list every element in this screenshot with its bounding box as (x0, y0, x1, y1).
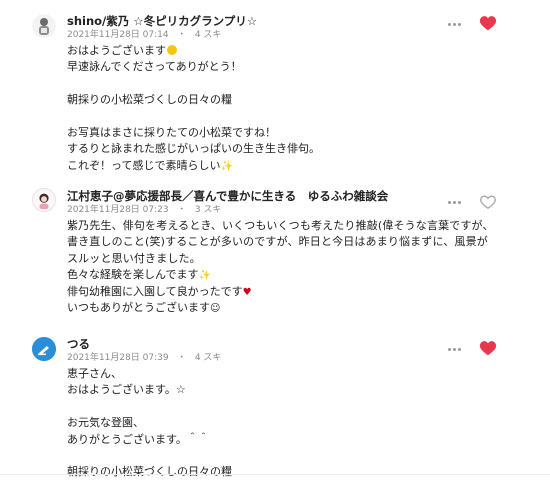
comment-line: おはようございます。☆ (67, 383, 186, 397)
red-heart-emoji-icon: ♥ (242, 286, 252, 298)
avatar-image-icon (32, 14, 56, 38)
avatar[interactable] (32, 337, 56, 361)
heart-filled-icon (479, 341, 497, 356)
comment-line (67, 109, 507, 125)
avatar[interactable] (32, 188, 56, 212)
comment-line: 俳句幼稚園に入園して良かったです♥ (67, 284, 252, 298)
comment-date: 2021年11月28日 07:23 (67, 205, 169, 215)
comment-line: これぞ！って感じで素晴らしい✨ (67, 158, 233, 172)
meta-separator: ・ (177, 30, 187, 40)
comment-meta: 2021年11月28日 07:39 ・ 4 スキ (67, 352, 221, 364)
comment-line: ありがとうございます。＾＾ (67, 432, 209, 446)
comment-meta: 2021年11月28日 07:14 ・ 4 スキ (67, 29, 221, 41)
comment-body: おはようございます 早速詠んでくださってありがとう！ 朝採りの小松菜づくしの日々… (67, 43, 507, 174)
meta-separator: ・ (177, 205, 187, 215)
more-options-button[interactable] (448, 342, 468, 356)
comment-body: 紫乃先生、俳句を考えるとき、いくつもいくつも考えたり推敲(偉そうな言葉ですが、書… (67, 218, 499, 316)
comment-item: shino/紫乃 ☆冬ピリカグランプリ☆ 2021年11月28日 07:14 ・… (0, 0, 550, 172)
comment-line: 色々な経験を楽しんでます✨ (67, 268, 211, 282)
meta-separator: ・ (177, 353, 187, 363)
more-options-button[interactable] (448, 195, 468, 209)
more-options-button[interactable] (448, 17, 468, 31)
comment-line: お写真はまさに採りたての小松菜ですね！ (67, 125, 276, 139)
avatar-image-icon (33, 189, 55, 211)
comment-author[interactable]: つる (67, 337, 90, 351)
comment-line: おはようございます (67, 43, 507, 59)
comment-line: するりと詠まれた感じがいっぱいの生き生き俳句。 (67, 142, 320, 156)
comment-line (67, 399, 507, 415)
like-button[interactable] (479, 194, 497, 210)
smile-emoji-icon: ☺ (210, 303, 221, 314)
like-button[interactable] (479, 340, 497, 356)
comment-body: 恵子さん、 おはようございます。☆ お元気な登園、 ありがとうございます。＾＾ … (67, 366, 507, 481)
comment-line (67, 76, 507, 92)
comment-meta: 2021年11月28日 07:23 ・ 3 スキ (67, 204, 221, 216)
avatar-image-icon (32, 337, 56, 361)
bottom-divider (0, 474, 550, 475)
comment-line: 早速詠んでくださってありがとう！ (67, 60, 242, 74)
sparkle-emoji-icon: ✨ (220, 160, 233, 172)
comment-author[interactable]: shino/紫乃 ☆冬ピリカグランプリ☆ (67, 14, 257, 28)
sparkle-emoji-icon: ✨ (198, 270, 211, 282)
heart-filled-icon (479, 16, 497, 31)
sun-emoji-icon (167, 45, 177, 55)
comment-date: 2021年11月28日 07:39 (67, 353, 169, 363)
avatar[interactable] (32, 14, 56, 38)
comment-date: 2021年11月28日 07:14 (67, 30, 169, 40)
comment-author[interactable]: 江村恵子@夢応援部長／喜んで豊かに生きる ゆるふわ雑談会 (67, 189, 388, 203)
like-count[interactable]: 4 スキ (195, 353, 222, 363)
comment-line: 朝採りの小松菜づくしの日々の糧 (67, 465, 232, 479)
comment-line: 朝採りの小松菜づくしの日々の糧 (67, 93, 232, 107)
like-count[interactable]: 3 スキ (195, 205, 222, 215)
comment-line (67, 448, 507, 464)
heart-outline-icon (480, 195, 496, 209)
comment-line: 恵子さん、 (67, 367, 122, 380)
like-button[interactable] (479, 15, 497, 31)
like-count[interactable]: 4 スキ (195, 30, 222, 40)
comment-line: お元気な登園、 (67, 416, 144, 430)
comment-line: いつもありがとうございます☺ (67, 301, 221, 314)
comment-line: 紫乃先生、俳句を考えるとき、いくつもいくつも考えたり推敲(偉そうな言葉ですが、書… (67, 219, 494, 265)
